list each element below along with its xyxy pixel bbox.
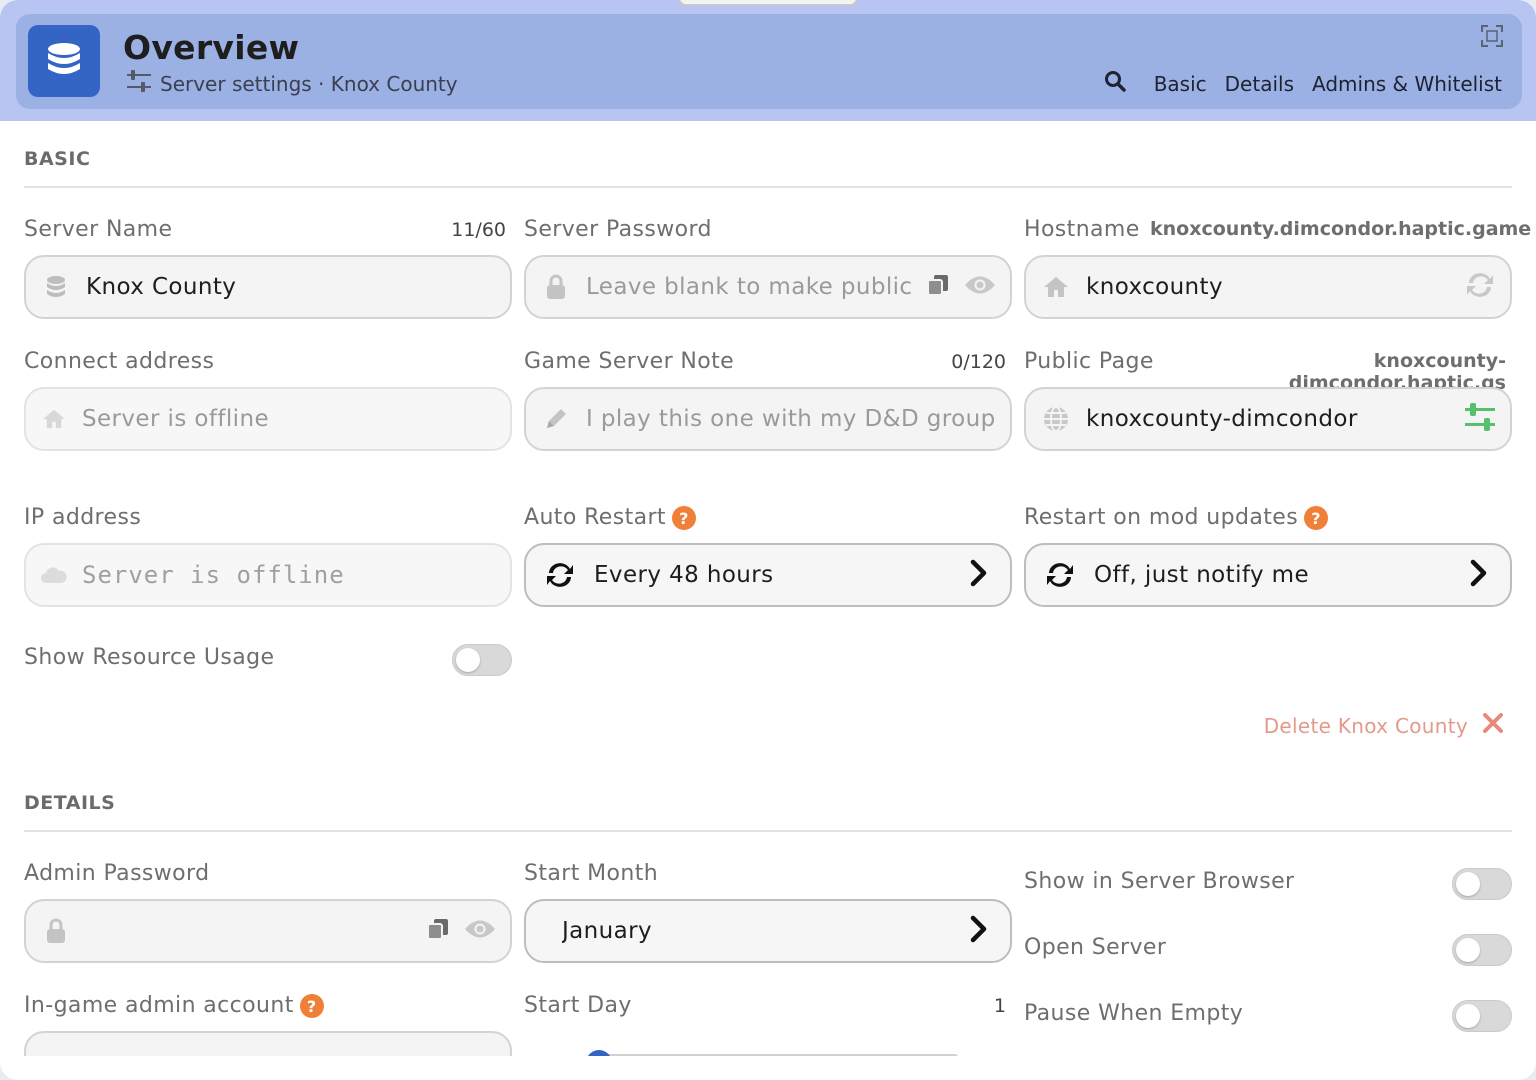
game-server-note-field[interactable]: I play this one with my D&D group — [524, 387, 1012, 451]
delete-server-button[interactable]: Delete Knox County — [1264, 712, 1504, 739]
show-resource-usage-toggle[interactable] — [452, 644, 512, 676]
header-bar: Overview Server settings · Knox County B… — [16, 14, 1522, 109]
server-name-counter: 11/60 — [451, 219, 506, 241]
server-password-field[interactable]: Leave blank to make public — [524, 255, 1012, 319]
connect-address-value: Server is offline — [82, 406, 269, 432]
server-name-field[interactable]: Knox County — [24, 255, 512, 319]
pause-when-empty-toggle[interactable] — [1452, 1000, 1512, 1032]
connect-address-label: Connect address — [24, 349, 215, 374]
chevron-right-icon — [1470, 559, 1488, 591]
hostname-label: Hostname — [1024, 217, 1140, 242]
ip-address-label: IP address — [24, 505, 142, 530]
nav-admins-whitelist[interactable]: Admins & Whitelist — [1312, 72, 1502, 96]
section-title-basic: BASIC — [24, 148, 91, 170]
start-month-value: January — [562, 918, 652, 944]
server-password-input[interactable]: Leave blank to make public — [586, 274, 926, 300]
lock-icon — [526, 274, 586, 300]
public-page-field[interactable]: knoxcounty-dimcondor — [1024, 387, 1512, 451]
hostname-input[interactable]: knoxcounty — [1086, 274, 1464, 300]
help-icon[interactable]: ? — [671, 506, 696, 530]
public-page-label: Public Page — [1024, 349, 1154, 374]
auto-restart-value: Every 48 hours — [594, 562, 774, 588]
public-page-input[interactable]: knoxcounty-dimcondor — [1086, 406, 1464, 432]
open-server-label: Open Server — [1024, 935, 1167, 960]
lock-icon — [26, 918, 86, 944]
refresh-icon — [1026, 561, 1094, 589]
sliders-icon[interactable] — [1464, 402, 1496, 436]
breadcrumb: Server settings · Knox County — [126, 69, 458, 98]
show-in-server-browser-toggle[interactable] — [1452, 868, 1512, 900]
home-icon — [26, 408, 82, 430]
database-icon — [28, 25, 100, 97]
restart-on-mod-updates-select[interactable]: Off, just notify me — [1024, 543, 1512, 607]
help-icon[interactable]: ? — [1304, 506, 1329, 530]
home-icon — [1026, 275, 1086, 299]
refresh-icon — [526, 561, 594, 589]
server-name-label: Server Name — [24, 217, 173, 242]
auto-restart-select[interactable]: Every 48 hours — [524, 543, 1012, 607]
expand-icon[interactable] — [1480, 24, 1504, 52]
divider — [24, 830, 1512, 832]
game-server-note-counter: 0/120 — [951, 351, 1006, 373]
game-server-note-label: Game Server Note — [524, 349, 735, 374]
breadcrumb-text: Server settings · Knox County — [160, 71, 458, 96]
copy-icon[interactable] — [426, 917, 450, 945]
restart-on-mod-updates-label-text: Restart on mod updates — [1024, 505, 1299, 530]
chevron-right-icon — [970, 559, 988, 591]
show-in-server-browser-label: Show in Server Browser — [1024, 869, 1295, 894]
open-server-toggle[interactable] — [1452, 934, 1512, 966]
show-resource-usage-label: Show Resource Usage — [24, 645, 275, 670]
cloud-icon — [26, 565, 82, 585]
ip-address-value: Server is offline — [82, 561, 345, 589]
connect-address-field: Server is offline — [24, 387, 512, 451]
section-nav: Basic Details Admins & Whitelist — [1104, 70, 1502, 97]
scroll-fade — [0, 1056, 1536, 1080]
section-title-details: DETAILS — [24, 792, 116, 814]
admin-password-field[interactable] — [24, 899, 512, 963]
start-month-label: Start Month — [524, 861, 659, 886]
window-grab-handle[interactable] — [678, 0, 858, 6]
auto-restart-label: Auto Restart? — [524, 505, 696, 530]
delete-server-label: Delete Knox County — [1263, 713, 1468, 738]
help-icon[interactable]: ? — [299, 994, 324, 1018]
eye-icon[interactable] — [464, 918, 496, 944]
admin-password-label: Admin Password — [24, 861, 210, 886]
chevron-right-icon — [970, 915, 988, 947]
sliders-icon — [126, 69, 152, 98]
start-day-label: Start Day — [524, 993, 632, 1018]
restart-on-mod-updates-value: Off, just notify me — [1094, 562, 1310, 588]
pencil-icon — [526, 406, 586, 432]
eye-icon[interactable] — [964, 274, 996, 300]
start-month-select[interactable]: January — [524, 899, 1012, 963]
ip-address-field: Server is offline — [24, 543, 512, 607]
game-server-note-input[interactable]: I play this one with my D&D group — [586, 406, 1010, 432]
server-name-input[interactable]: Knox County — [86, 274, 510, 300]
globe-icon — [1026, 405, 1086, 433]
divider — [24, 186, 1512, 188]
hostname-field[interactable]: knoxcounty — [1024, 255, 1512, 319]
restart-on-mod-updates-label: Restart on mod updates? — [1024, 505, 1329, 530]
search-icon[interactable] — [1104, 70, 1126, 97]
in-game-admin-account-label: In-game admin account? — [24, 993, 324, 1018]
auto-restart-label-text: Auto Restart — [524, 505, 666, 530]
start-day-value: 1 — [993, 995, 1006, 1017]
copy-icon[interactable] — [926, 273, 950, 301]
refresh-icon[interactable] — [1464, 271, 1496, 303]
in-game-admin-account-label-text: In-game admin account — [24, 993, 294, 1018]
server-password-label: Server Password — [524, 217, 712, 242]
database-icon — [26, 275, 86, 299]
pause-when-empty-label: Pause When Empty — [1024, 1001, 1244, 1026]
hostname-domain: knoxcounty.dimcondor.haptic.game — [1150, 218, 1532, 240]
nav-basic[interactable]: Basic — [1154, 72, 1207, 96]
settings-window: Overview Server settings · Knox County B… — [0, 0, 1536, 1080]
close-icon — [1482, 712, 1504, 739]
page-title: Overview — [123, 28, 300, 67]
nav-details[interactable]: Details — [1225, 72, 1294, 96]
